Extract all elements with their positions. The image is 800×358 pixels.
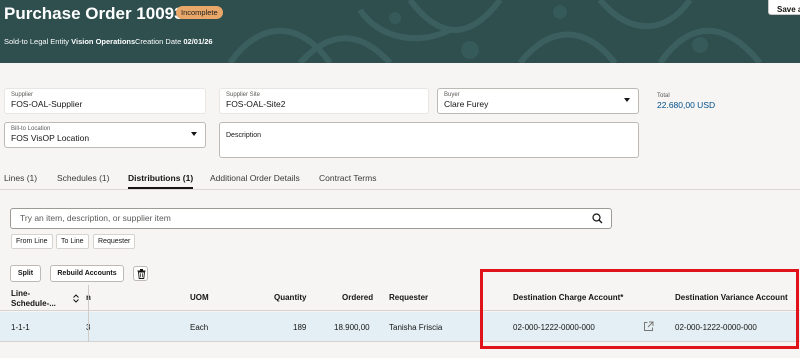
col-quantity[interactable]: Quantity <box>274 293 306 302</box>
supplier-site-label: Supplier Site <box>226 92 261 98</box>
search-box <box>10 208 612 229</box>
tab-schedules[interactable]: Schedules (1) <box>57 173 109 189</box>
creation-date-value: 02/01/26 <box>183 37 213 46</box>
supplier-site-value: FOS-OAL-Site2 <box>226 99 286 109</box>
tab-additional-order-details[interactable]: Additional Order Details <box>210 173 300 189</box>
caret-down-icon[interactable] <box>624 98 630 102</box>
bill-to-value: FOS VisOP Location <box>11 133 90 143</box>
page-header: Purchase Order 1009324 Incomplete Sold-t… <box>0 0 800 63</box>
bill-to-select[interactable]: Bill-to Location FOS VisOP Location <box>4 122 206 148</box>
sort-icon[interactable] <box>73 294 79 303</box>
cell-uom: Each <box>190 323 209 332</box>
buyer-value: Clare Furey <box>444 99 489 109</box>
supplier-site-field: Supplier Site FOS-OAL-Site2 <box>219 88 429 114</box>
search-icon[interactable] <box>592 213 603 224</box>
col-requester[interactable]: Requester <box>389 293 428 302</box>
total-value: 22.680,00 USD <box>657 100 716 110</box>
tab-bar: Lines (1) Schedules (1) Distributions (1… <box>0 173 800 190</box>
split-button[interactable]: Split <box>10 265 41 282</box>
description-label: Description <box>226 132 262 139</box>
cell-requester: Tanisha Friscia <box>389 323 443 332</box>
cell-ordered: 18.900,00 <box>334 323 370 332</box>
total-display: Total 22.680,00 USD <box>657 93 715 110</box>
supplier-value: FOS-OAL-Supplier <box>11 99 83 109</box>
bill-to-label: Bill-to Location <box>11 126 51 132</box>
buyer-label: Buyer <box>444 92 460 98</box>
col-ordered[interactable]: Ordered <box>342 293 373 302</box>
chip-to-line[interactable]: To Line <box>56 234 89 249</box>
supplier-field: Supplier FOS-OAL-Supplier <box>4 88 206 114</box>
trash-icon <box>137 269 146 279</box>
col-uom[interactable]: UOM <box>190 293 209 302</box>
supplier-label: Supplier <box>11 92 34 98</box>
buyer-select[interactable]: Buyer Clare Furey <box>437 88 639 114</box>
page-title: Purchase Order 1009324 <box>4 4 203 23</box>
creation-date-label: Creation Date <box>135 37 182 46</box>
description-field[interactable]: Description <box>219 122 639 158</box>
cell-line-schedule: 1-1-1 <box>11 323 30 332</box>
caret-down-icon[interactable] <box>191 132 197 136</box>
sold-to-label: Sold-to Legal Entity <box>4 37 70 46</box>
chip-requester[interactable]: Requester <box>93 234 136 249</box>
frozen-column-divider <box>88 285 89 342</box>
search-input[interactable] <box>20 213 580 223</box>
sold-to-value: Vision Operations <box>71 37 136 46</box>
save-button[interactable]: Save and <box>768 0 800 15</box>
cell-hidden: 3 <box>86 323 92 332</box>
tab-lines[interactable]: Lines (1) <box>4 173 37 189</box>
status-badge: Incomplete <box>176 6 223 19</box>
cell-quantity: 189 <box>293 323 307 332</box>
col-line-schedule[interactable]: Line-Schedule-... <box>11 289 66 309</box>
rebuild-accounts-button[interactable]: Rebuild Accounts <box>50 265 124 282</box>
col-hidden[interactable]: n <box>86 293 92 302</box>
tab-contract-terms[interactable]: Contract Terms <box>319 173 376 189</box>
chip-from-line[interactable]: From Line <box>11 234 53 249</box>
delete-button[interactable] <box>133 266 148 281</box>
sold-to-meta: Sold-to Legal Entity Vision Operations <box>4 37 135 46</box>
highlight-box <box>480 269 799 349</box>
tabs-divider <box>0 189 800 190</box>
total-label: Total <box>657 93 670 99</box>
creation-date-meta: Creation Date 02/01/26 <box>135 37 213 46</box>
tab-distributions[interactable]: Distributions (1) <box>128 173 194 189</box>
